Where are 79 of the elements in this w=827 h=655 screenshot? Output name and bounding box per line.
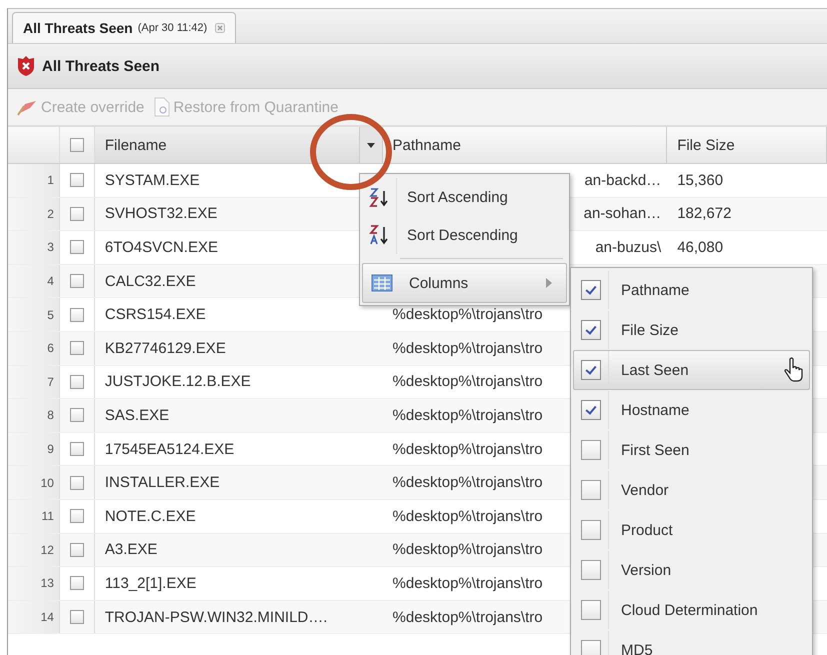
table-cell: CSRS154.EXE bbox=[104, 306, 206, 324]
shield-icon bbox=[16, 55, 36, 77]
close-icon[interactable] bbox=[215, 23, 226, 33]
sort-ascending-icon bbox=[368, 186, 390, 208]
row-number: 1 bbox=[8, 164, 60, 197]
row-number: 13 bbox=[8, 567, 60, 600]
table-cell: A3.EXE bbox=[104, 541, 158, 558]
column-header[interactable]: Filename bbox=[94, 127, 383, 163]
panel-title: All Threats Seen bbox=[42, 58, 160, 74]
menu-item[interactable]: Sort Ascending bbox=[360, 178, 569, 216]
table-cell: INSTALLER.EXE bbox=[104, 474, 220, 492]
table-cell: TROJAN-PSW.WIN32.MINILD…. bbox=[104, 608, 328, 626]
checkbox[interactable] bbox=[70, 240, 84, 254]
checkbox[interactable] bbox=[70, 173, 84, 188]
row-number: 3 bbox=[8, 231, 60, 264]
checkbox[interactable] bbox=[70, 274, 84, 288]
checkbox[interactable] bbox=[70, 476, 84, 490]
table-cell: CALC32.EXE bbox=[104, 272, 196, 290]
table-cell: SAS.EXE bbox=[104, 406, 170, 424]
menu-item[interactable]: Pathname bbox=[573, 270, 810, 310]
document-icon bbox=[154, 97, 170, 117]
sort-descending-icon bbox=[368, 224, 390, 246]
table-cell: KB27746129.EXE bbox=[104, 340, 226, 357]
checkbox[interactable] bbox=[70, 509, 84, 524]
submenu-arrow-icon bbox=[546, 278, 552, 288]
checkbox[interactable] bbox=[70, 374, 84, 389]
table-cell: %desktop%\trojans\tro bbox=[392, 541, 543, 558]
table-cell: %desktop%\trojans\tro bbox=[392, 474, 543, 492]
checkbox[interactable] bbox=[70, 408, 84, 422]
row-number: 5 bbox=[8, 298, 60, 331]
checkbox[interactable] bbox=[70, 576, 84, 590]
table-cell: SVHOST32.EXE bbox=[104, 205, 218, 222]
checkbox[interactable] bbox=[70, 542, 84, 557]
table-cell: an-sohan… bbox=[584, 205, 662, 222]
table-cell: 182,672 bbox=[677, 205, 732, 222]
row-number: 9 bbox=[8, 432, 60, 466]
table-cell: 17545EA5124.EXE bbox=[104, 440, 234, 458]
table-cell: %desktop%\trojans\tro bbox=[392, 608, 543, 626]
menu-item[interactable]: MD5 bbox=[573, 630, 810, 655]
checkbox[interactable] bbox=[70, 308, 84, 322]
column-header[interactable]: File Size bbox=[667, 127, 827, 163]
hand-cursor-icon bbox=[783, 357, 805, 383]
table-cell: %desktop%\trojans\tro bbox=[392, 440, 543, 458]
menu-item[interactable]: Vendor bbox=[573, 470, 810, 510]
table-cell: SYSTAM.EXE bbox=[104, 172, 200, 189]
table-cell: JUSTJOKE.12.B.EXE bbox=[104, 373, 251, 390]
row-number: 11 bbox=[8, 500, 60, 533]
menu-item[interactable]: Sort Descending bbox=[360, 216, 569, 254]
tab[interactable]: All Threats Seen (Apr 30 11:42) bbox=[12, 12, 236, 43]
checkbox[interactable] bbox=[70, 138, 84, 152]
menu-item[interactable]: Version bbox=[573, 550, 810, 590]
menu-item[interactable]: Columns bbox=[362, 263, 567, 303]
menu-item[interactable]: Cloud Determination bbox=[573, 590, 810, 630]
table-cell: %desktop%\trojans\tro bbox=[392, 406, 543, 424]
table-cell: %desktop%\trojans\tro bbox=[392, 340, 543, 357]
menu-item[interactable]: Product bbox=[573, 510, 810, 550]
columns-icon bbox=[371, 274, 393, 292]
checkbox[interactable] bbox=[70, 206, 84, 221]
table-cell: %desktop%\trojans\tro bbox=[392, 373, 543, 390]
menu-item[interactable]: Hostname bbox=[573, 390, 810, 430]
row-number: 7 bbox=[8, 366, 60, 398]
table-cell: %desktop%\trojans\tro bbox=[392, 306, 543, 324]
table-cell: 46,080 bbox=[677, 238, 724, 256]
table-cell: an-backd… bbox=[584, 172, 662, 189]
table-cell: %desktop%\trojans\tro bbox=[392, 574, 543, 592]
table-cell: 6TO4SVCN.EXE bbox=[104, 238, 218, 256]
table-cell: NOTE.C.EXE bbox=[104, 508, 196, 525]
table-cell: %desktop%\trojans\tro bbox=[392, 508, 543, 525]
menu-item[interactable]: File Size bbox=[573, 310, 810, 350]
checkbox[interactable] bbox=[70, 341, 84, 356]
menu-item[interactable]: First Seen bbox=[573, 430, 810, 470]
table-cell: 15,360 bbox=[677, 172, 724, 189]
flag-icon bbox=[16, 98, 38, 116]
checkbox[interactable] bbox=[70, 442, 84, 456]
table-cell: an-buzus\ bbox=[595, 238, 662, 256]
table-cell: 113_2[1].EXE bbox=[104, 574, 196, 592]
menu-item[interactable]: Last Seen bbox=[573, 350, 810, 390]
checkbox[interactable] bbox=[70, 610, 84, 624]
column-header[interactable]: Pathname bbox=[382, 127, 668, 163]
